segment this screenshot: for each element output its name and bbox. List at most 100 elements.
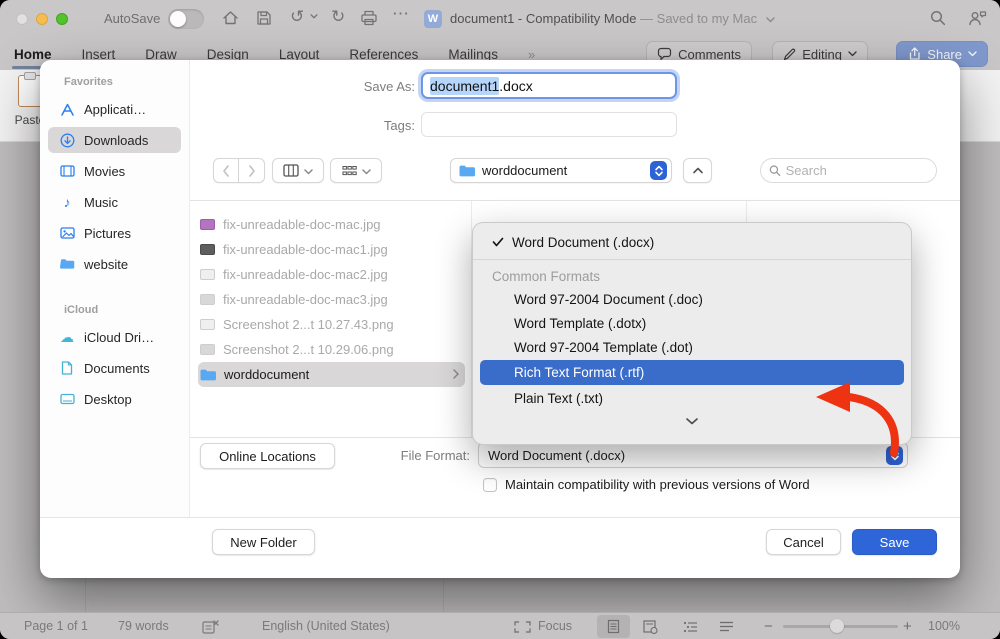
sidebar-item-label: Applicati… xyxy=(84,102,146,117)
filename-selected-text: document1 xyxy=(430,77,499,95)
menu-item-label: Plain Text (.txt) xyxy=(514,391,603,406)
compatibility-checkbox[interactable] xyxy=(483,478,497,492)
filename-input[interactable]: document1.docx xyxy=(421,72,677,99)
forward-button[interactable] xyxy=(239,158,265,183)
sidebar-item-pictures[interactable]: Pictures xyxy=(48,220,181,246)
file-row[interactable]: Screenshot 2...t 10.29.06.png xyxy=(190,337,471,362)
language-status[interactable]: English (United States) xyxy=(262,619,390,633)
sidebar-item-documents[interactable]: Documents xyxy=(48,355,181,381)
location-select[interactable]: worddocument xyxy=(450,158,672,183)
redo-icon[interactable]: ↻ xyxy=(331,7,345,27)
file-row[interactable]: fix-unreadable-doc-mac2.jpg xyxy=(190,262,471,287)
menu-item-label: Word 97-2004 Template (.dot) xyxy=(514,340,693,355)
page-edge-line xyxy=(85,578,86,612)
menu-item-txt[interactable]: Plain Text (.txt) xyxy=(473,386,911,410)
file-name: worddocument xyxy=(224,367,309,382)
menu-item-dot[interactable]: Word 97-2004 Template (.dot) xyxy=(473,335,911,359)
sidebar-item-desktop[interactable]: Desktop xyxy=(48,386,181,412)
home-icon[interactable] xyxy=(222,10,239,26)
proofing-errors-icon[interactable] xyxy=(202,620,219,634)
search-input[interactable] xyxy=(786,163,928,178)
cancel-label: Cancel xyxy=(783,535,823,550)
cancel-button[interactable]: Cancel xyxy=(766,529,841,555)
save-button[interactable]: Save xyxy=(852,529,937,555)
print-icon[interactable] xyxy=(360,10,378,26)
image-thumbnail xyxy=(200,244,215,255)
share-icon xyxy=(907,47,921,61)
chevron-down-icon xyxy=(848,51,857,57)
minimize-window-button[interactable] xyxy=(36,13,48,25)
sidebar-item-icloud-drive[interactable]: ☁ iCloud Dri… xyxy=(48,324,181,350)
zoom-slider-thumb[interactable] xyxy=(830,619,844,633)
menu-item-rtf-highlighted[interactable]: Rich Text Format (.rtf) xyxy=(480,360,904,385)
file-row[interactable]: fix-unreadable-doc-mac.jpg xyxy=(190,212,471,237)
tab-home[interactable]: Home xyxy=(14,47,52,62)
checkmark-icon xyxy=(492,237,504,247)
more-commands-icon[interactable]: ⋯ xyxy=(392,4,410,24)
save-as-label: Save As: xyxy=(335,79,415,94)
zoom-level[interactable]: 100% xyxy=(928,619,960,633)
folder-icon xyxy=(200,369,216,381)
menu-scroll-down-icon[interactable] xyxy=(473,410,911,432)
draft-view-button[interactable] xyxy=(710,615,743,638)
new-folder-button[interactable]: New Folder xyxy=(212,529,315,555)
print-layout-view-button[interactable] xyxy=(597,615,630,638)
chevron-up-icon xyxy=(693,167,703,174)
zoom-out-button[interactable]: − xyxy=(764,618,773,635)
search-icon[interactable] xyxy=(930,10,946,26)
navigation-buttons xyxy=(213,158,265,183)
tags-input[interactable] xyxy=(421,112,677,137)
sidebar-item-label: Documents xyxy=(84,361,150,376)
web-layout-view-button[interactable] xyxy=(634,615,667,638)
zoom-in-button[interactable]: + xyxy=(903,618,912,635)
film-icon xyxy=(58,165,76,177)
collapse-dialog-button[interactable] xyxy=(683,158,712,183)
menu-item-word-document[interactable]: Word Document (.docx) xyxy=(473,230,911,254)
sidebar-item-applications[interactable]: Applicati… xyxy=(48,96,181,122)
window-title-main: document1 - Compatibility Mode xyxy=(450,11,636,26)
sidebar-favorites-header: Favorites xyxy=(48,76,181,88)
group-view-button[interactable] xyxy=(330,158,382,183)
page-count[interactable]: Page 1 of 1 xyxy=(24,619,88,633)
menu-item-dotx[interactable]: Word Template (.dotx) xyxy=(473,311,911,335)
file-row[interactable]: fix-unreadable-doc-mac1.jpg xyxy=(190,237,471,262)
focus-icon[interactable] xyxy=(514,621,531,633)
search-field[interactable] xyxy=(760,158,937,183)
sidebar-item-downloads[interactable]: Downloads xyxy=(48,127,181,153)
outline-view-button[interactable] xyxy=(674,615,707,638)
sidebar-item-website[interactable]: website xyxy=(48,251,181,277)
autosave-toggle[interactable] xyxy=(168,9,204,29)
sidebar-item-movies[interactable]: Movies xyxy=(48,158,181,184)
folder-icon xyxy=(58,258,76,270)
file-format-select[interactable]: Word Document (.docx) xyxy=(478,442,908,468)
close-window-button[interactable] xyxy=(16,13,28,25)
undo-chevron-icon[interactable] xyxy=(310,14,318,19)
save-icon[interactable] xyxy=(256,10,272,26)
presence-people-icon[interactable] xyxy=(968,10,988,26)
image-thumbnail xyxy=(200,269,215,280)
sidebar-item-label: Downloads xyxy=(84,133,148,148)
menu-item-doc[interactable]: Word 97-2004 Document (.doc) xyxy=(473,287,911,311)
search-icon xyxy=(769,164,781,177)
back-button[interactable] xyxy=(213,158,239,183)
file-row[interactable]: fix-unreadable-doc-mac3.jpg xyxy=(190,287,471,312)
online-locations-label: Online Locations xyxy=(219,449,316,464)
menu-item-label: Word Document (.docx) xyxy=(512,235,654,250)
undo-icon[interactable]: ↺ xyxy=(290,7,304,27)
maximize-window-button[interactable] xyxy=(56,13,68,25)
title-chevron-icon[interactable] xyxy=(766,11,775,26)
file-name: fix-unreadable-doc-mac.jpg xyxy=(223,217,381,232)
appstore-icon xyxy=(58,103,76,116)
focus-label[interactable]: Focus xyxy=(538,619,572,633)
file-row[interactable]: Screenshot 2...t 10.27.43.png xyxy=(190,312,471,337)
divider xyxy=(473,259,911,260)
file-row-worddocument[interactable]: worddocument xyxy=(198,362,465,387)
window-title-sub: — Saved to my Mac xyxy=(640,11,757,26)
word-count[interactable]: 79 words xyxy=(118,619,169,633)
sidebar-item-music[interactable]: ♪ Music xyxy=(48,189,181,215)
sidebar-item-label: iCloud Dri… xyxy=(84,330,154,345)
column-view-button[interactable] xyxy=(272,158,324,183)
file-name: Screenshot 2...t 10.29.06.png xyxy=(223,342,394,357)
menu-section-header: Common Formats xyxy=(473,265,911,287)
file-name: fix-unreadable-doc-mac3.jpg xyxy=(223,292,388,307)
